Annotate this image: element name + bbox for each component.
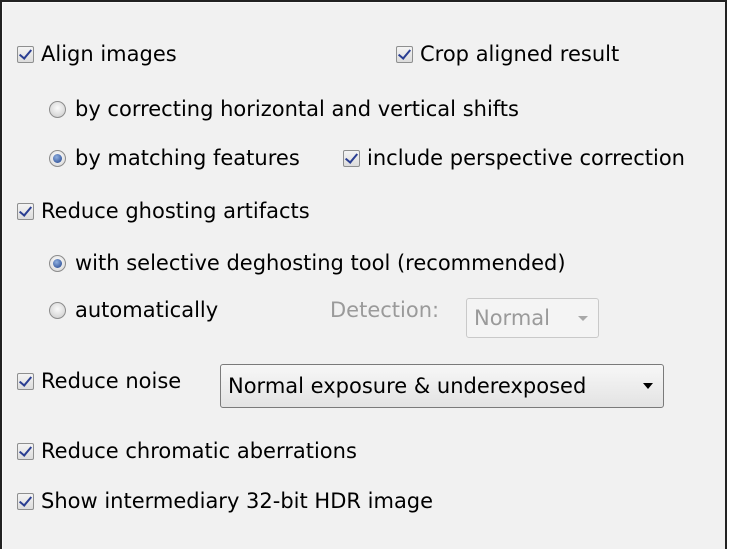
reduce-ghosting-label: Reduce ghosting artifacts (41, 199, 310, 223)
reduce-noise-option[interactable]: Reduce noise (17, 366, 181, 396)
reduce-chromatic-checkbox[interactable] (17, 442, 34, 460)
hdr-options-panel: Align images Crop aligned result by corr… (0, 0, 727, 549)
reduce-noise-checkbox[interactable] (17, 372, 34, 390)
crop-aligned-label: Crop aligned result (420, 42, 620, 66)
align-by-shifts-label: by correcting horizontal and vertical sh… (75, 97, 519, 121)
align-images-label: Align images (41, 42, 177, 66)
detection-label: Detection: (330, 298, 440, 322)
perspective-correction-option[interactable]: include perspective correction (343, 143, 685, 173)
noise-mode-dropdown[interactable]: Normal exposure & underexposed (220, 364, 664, 408)
crop-aligned-checkbox[interactable] (396, 45, 413, 63)
noise-mode-dropdown-value: Normal exposure & underexposed (228, 374, 587, 398)
deghost-automatic-label: automatically (75, 298, 219, 322)
reduce-chromatic-label: Reduce chromatic aberrations (41, 439, 357, 463)
align-images-option[interactable]: Align images (17, 39, 177, 69)
reduce-chromatic-option[interactable]: Reduce chromatic aberrations (17, 436, 357, 466)
perspective-correction-label: include perspective correction (367, 146, 685, 170)
align-by-shifts-radio[interactable] (49, 100, 66, 118)
deghost-automatic-radio[interactable] (49, 301, 66, 319)
show-hdr-label: Show intermediary 32-bit HDR image (41, 489, 434, 513)
detection-dropdown[interactable]: Normal (466, 298, 599, 338)
chevron-down-icon (578, 315, 588, 321)
reduce-ghosting-checkbox[interactable] (17, 202, 34, 220)
deghost-selective-radio[interactable] (49, 254, 66, 272)
align-by-features-label: by matching features (75, 146, 300, 170)
reduce-ghosting-option[interactable]: Reduce ghosting artifacts (17, 196, 310, 226)
show-hdr-option[interactable]: Show intermediary 32-bit HDR image (17, 486, 433, 516)
show-hdr-checkbox[interactable] (17, 492, 34, 510)
align-by-shifts-option[interactable]: by correcting horizontal and vertical sh… (49, 94, 519, 124)
align-images-checkbox[interactable] (17, 45, 34, 63)
deghost-selective-option[interactable]: with selective deghosting tool (recommen… (49, 248, 566, 278)
deghost-automatic-option[interactable]: automatically (49, 295, 218, 325)
align-by-features-option[interactable]: by matching features (49, 143, 300, 173)
chevron-down-icon (643, 383, 653, 389)
reduce-noise-label: Reduce noise (41, 369, 182, 393)
detection-dropdown-value: Normal (474, 306, 550, 330)
perspective-correction-checkbox[interactable] (343, 149, 360, 167)
crop-aligned-option[interactable]: Crop aligned result (396, 39, 619, 69)
deghost-selective-label: with selective deghosting tool (recommen… (75, 251, 566, 275)
align-by-features-radio[interactable] (49, 149, 66, 167)
